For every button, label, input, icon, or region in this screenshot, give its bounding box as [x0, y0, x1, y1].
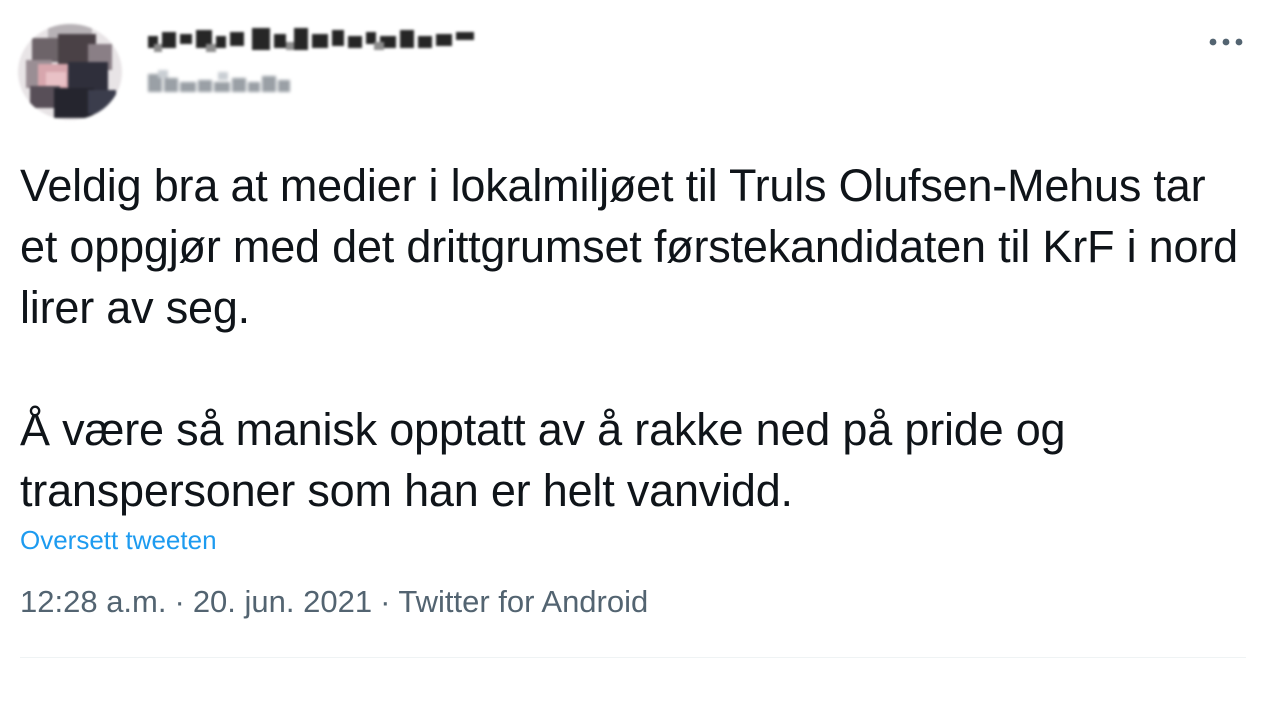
divider	[20, 657, 1246, 658]
translate-tweet-link[interactable]: Oversett tweeten	[20, 524, 217, 556]
tweet-paragraph: Veldig bra at medier i lokalmiljøet til …	[20, 160, 1238, 333]
avatar[interactable]	[18, 24, 122, 120]
display-name[interactable]	[148, 24, 478, 58]
tweet: Veldig bra at medier i lokalmiljøet til …	[0, 0, 1280, 719]
handle[interactable]	[148, 68, 293, 96]
more-options-button[interactable]	[1200, 24, 1252, 60]
tweet-date[interactable]: 20. jun. 2021	[193, 584, 372, 619]
tweet-paragraph: Å være så manisk opptatt av å rakke ned …	[20, 404, 1066, 516]
more-horizontal-icon	[1208, 37, 1244, 47]
meta-separator: ·	[174, 584, 185, 619]
tweet-time[interactable]: 12:28 a.m.	[20, 584, 166, 619]
tweet-text: Veldig bra at medier i lokalmiljøet til …	[20, 155, 1245, 521]
tweet-source[interactable]: Twitter for Android	[398, 584, 648, 619]
meta-separator: ·	[380, 584, 391, 619]
tweet-metadata: 12:28 a.m. · 20. jun. 2021 · Twitter for And…	[20, 583, 648, 621]
